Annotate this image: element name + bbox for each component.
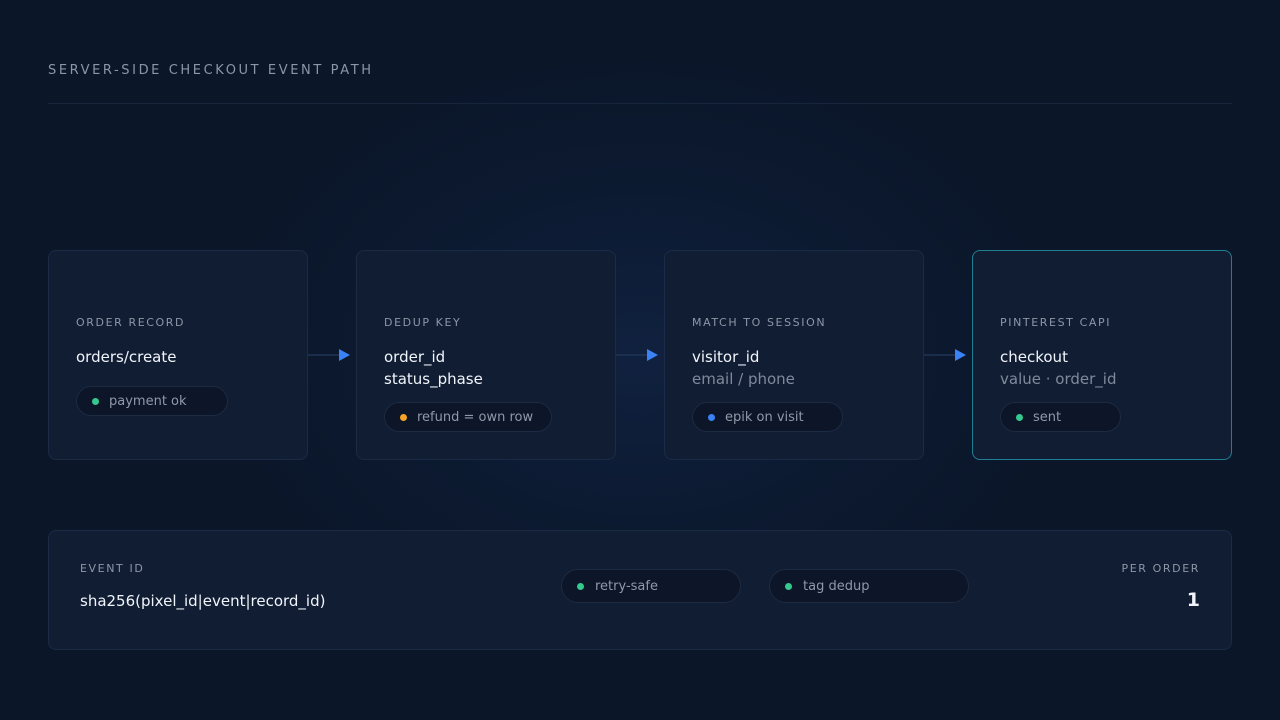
event-id-value: sha256(pixel_id|event|record_id) bbox=[80, 592, 326, 610]
green-dot-icon bbox=[785, 582, 792, 590]
green-dot-icon bbox=[92, 397, 99, 405]
status-badge-text: epik on visit bbox=[725, 409, 804, 425]
step-primary-text: order_id bbox=[384, 348, 446, 366]
step-primary-text: checkout bbox=[1000, 348, 1068, 366]
tag-dedup: tag dedup bbox=[769, 569, 969, 603]
event-id-label: EVENT ID bbox=[80, 562, 145, 575]
step-secondary-text: email / phone bbox=[692, 370, 795, 388]
per-order-label: PER ORDER bbox=[1121, 562, 1200, 575]
tag-text: tag dedup bbox=[803, 578, 870, 594]
status-badge: payment ok bbox=[76, 386, 228, 416]
step-label: MATCH TO SESSION bbox=[692, 316, 827, 329]
step-primary-text: orders/create bbox=[76, 348, 177, 366]
tag-text: retry-safe bbox=[595, 578, 658, 594]
tag-retry-safe: retry-safe bbox=[561, 569, 741, 603]
blue-dot-icon bbox=[708, 413, 715, 421]
arrow-right-icon bbox=[616, 349, 658, 361]
green-dot-icon bbox=[577, 582, 584, 590]
step-secondary-text: status_phase bbox=[384, 370, 483, 388]
step-primary-text: visitor_id bbox=[692, 348, 760, 366]
green-dot-icon bbox=[1016, 413, 1023, 421]
arrow-right-icon bbox=[308, 349, 350, 361]
step-card-match-to-session: 03 MATCH TO SESSION visitor_id email / p… bbox=[664, 250, 924, 547]
orange-dot-icon bbox=[400, 413, 407, 421]
arrow-right-icon bbox=[924, 349, 966, 361]
title-divider bbox=[48, 103, 1232, 104]
step-label: DEDUP KEY bbox=[384, 316, 462, 329]
status-badge: refund = own row bbox=[384, 402, 552, 432]
step-card-order-record: 01 ORDER RECORD orders/create payment ok bbox=[48, 250, 308, 547]
status-badge: sent bbox=[1000, 402, 1121, 432]
status-badge-text: sent bbox=[1033, 409, 1062, 425]
per-order-value: 1 bbox=[1186, 589, 1200, 611]
step-card-pinterest-capi: 04 PINTEREST CAPI checkout value · order… bbox=[972, 250, 1232, 547]
step-label: ORDER RECORD bbox=[76, 316, 186, 329]
status-badge-text: refund = own row bbox=[417, 409, 534, 425]
status-badge-text: payment ok bbox=[109, 393, 187, 409]
event-id-panel: EVENT ID sha256(pixel_id|event|record_id… bbox=[48, 530, 1232, 650]
page-title: SERVER-SIDE CHECKOUT EVENT PATH bbox=[48, 63, 374, 78]
step-label: PINTEREST CAPI bbox=[1000, 316, 1112, 329]
step-secondary-text: value · order_id bbox=[1000, 370, 1117, 388]
step-card-dedup-key: 02 DEDUP KEY order_id status_phase refun… bbox=[356, 250, 616, 547]
status-badge: epik on visit bbox=[692, 402, 843, 432]
